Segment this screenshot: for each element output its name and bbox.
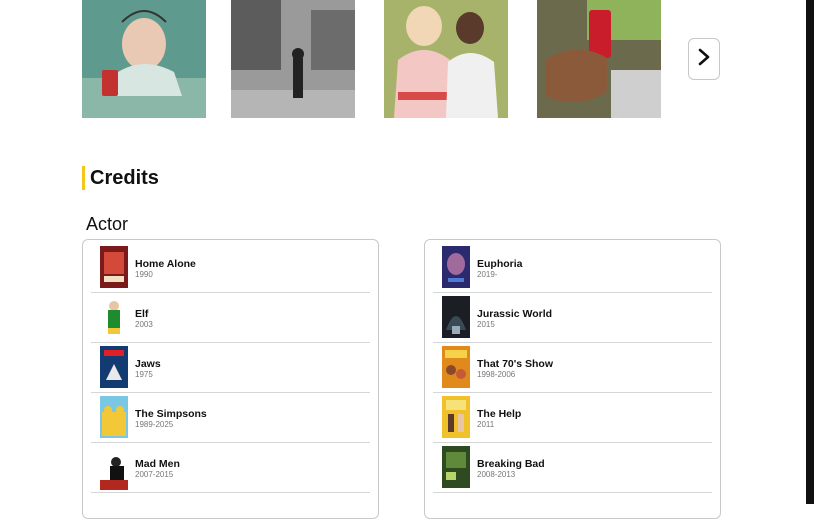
credit-item[interactable]: Mad Men 2007-2015: [91, 442, 370, 493]
credit-item[interactable]: Jurassic World 2015: [433, 292, 712, 343]
credit-item[interactable]: The Help 2011: [433, 392, 712, 443]
credit-title[interactable]: Home Alone: [135, 258, 196, 270]
credit-title[interactable]: Breaking Bad: [477, 458, 545, 470]
actor-section-heading: Actor: [86, 214, 129, 234]
credit-title[interactable]: Jaws: [135, 358, 161, 370]
poster-jurassic-world: [442, 296, 470, 338]
credit-item[interactable]: Jaws 1975: [91, 342, 370, 393]
credit-title[interactable]: Euphoria: [477, 258, 523, 270]
right-edge-rail: [806, 0, 814, 504]
credit-title[interactable]: Jurassic World: [477, 308, 552, 320]
credit-title[interactable]: The Simpsons: [135, 408, 207, 420]
credit-years: 2019-: [477, 270, 498, 279]
credit-item[interactable]: Home Alone 1990: [91, 242, 370, 293]
credit-years: 2003: [135, 320, 153, 329]
credits-list-left: Home Alone 1990 Elf 2003 Jaws 1975 The S…: [82, 239, 379, 519]
credit-item[interactable]: Elf 2003: [91, 292, 370, 343]
credit-years: 1990: [135, 270, 153, 279]
credit-years: 2011: [477, 420, 495, 429]
credits-heading: Credits: [82, 166, 159, 190]
credit-years: 2015: [477, 320, 495, 329]
credit-years: 2007-2015: [135, 470, 174, 479]
credit-title[interactable]: The Help: [477, 408, 521, 420]
photo-two-women[interactable]: [384, 0, 508, 118]
credit-item[interactable]: Euphoria 2019-: [433, 242, 712, 293]
poster-the-help: [442, 396, 470, 438]
credit-title[interactable]: Elf: [135, 308, 148, 320]
photo-street-bw[interactable]: [231, 0, 355, 118]
credit-item[interactable]: The Simpsons 1989-2025: [91, 392, 370, 443]
credit-item[interactable]: That 70's Show 1998-2006: [433, 342, 712, 393]
poster-home-alone: [100, 246, 128, 288]
carousel-next-button[interactable]: [688, 38, 720, 80]
poster-mad-men: [100, 448, 128, 490]
credit-years: 1975: [135, 370, 153, 379]
credit-years: 1998-2006: [477, 370, 516, 379]
poster-jaws: [100, 346, 128, 388]
credits-list-right: Euphoria 2019- Jurassic World 2015 That …: [424, 239, 721, 519]
credit-title[interactable]: That 70's Show: [477, 358, 553, 370]
photo-hand-soda-can[interactable]: [537, 0, 661, 118]
poster-that-70s-show: [442, 346, 470, 388]
poster-elf: [100, 296, 128, 338]
poster-euphoria: [442, 246, 470, 288]
chevron-right-icon: [697, 48, 711, 71]
poster-breaking-bad: [442, 446, 470, 488]
credit-years: 2008-2013: [477, 470, 516, 479]
poster-the-simpsons: [100, 396, 128, 438]
photo-girl-soda-can[interactable]: [82, 0, 206, 118]
credit-title[interactable]: Mad Men: [135, 458, 180, 470]
credit-years: 1989-2025: [135, 420, 174, 429]
credit-item[interactable]: Breaking Bad 2008-2013: [433, 442, 712, 493]
